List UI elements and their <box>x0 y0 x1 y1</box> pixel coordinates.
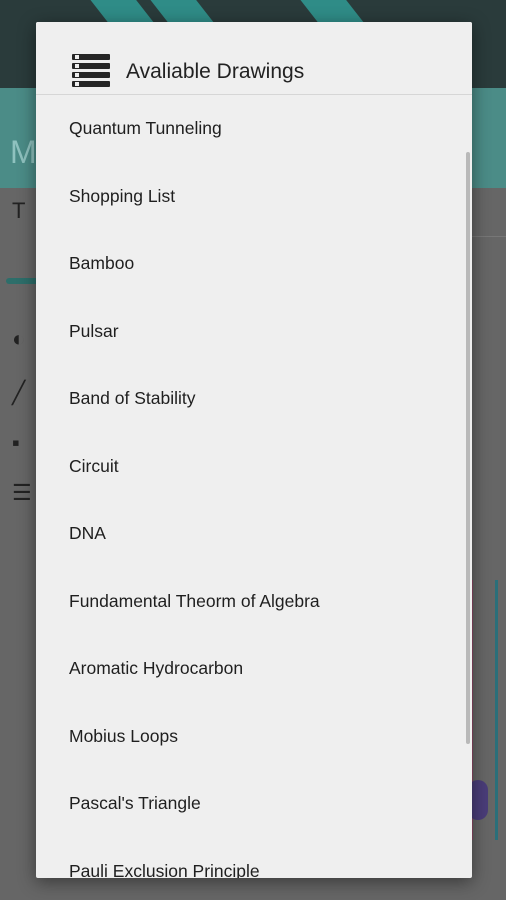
drawing-item-circuit[interactable]: Circuit <box>36 433 472 501</box>
drawing-item-fundamental-theorm-of-algebra[interactable]: Fundamental Theorm of Algebra <box>36 568 472 636</box>
background-slider <box>6 278 40 284</box>
drawing-item-pascals-triangle[interactable]: Pascal's Triangle <box>36 770 472 838</box>
dialog-header: Avaliable Drawings <box>36 22 472 95</box>
drawing-item-dna[interactable]: DNA <box>36 500 472 568</box>
save-icon: ▪ <box>12 430 20 455</box>
text-tool-icon: T <box>12 198 26 223</box>
background-title-letter: M <box>10 134 37 170</box>
drawing-item-pauli-exclusion-principle[interactable]: Pauli Exclusion Principle <box>36 838 472 879</box>
drawing-item-mobius-loops[interactable]: Mobius Loops <box>36 703 472 771</box>
drawing-item-quantum-tunneling[interactable]: Quantum Tunneling <box>36 95 472 163</box>
brush-icon: ╱ <box>12 380 26 405</box>
dialog-title: Avaliable Drawings <box>126 60 305 83</box>
contrast-icon: ◐ <box>12 326 26 351</box>
drawing-item-aromatic-hydrocarbon[interactable]: Aromatic Hydrocarbon <box>36 635 472 703</box>
drawings-list[interactable]: Quantum Tunneling Shopping List Bamboo P… <box>36 95 472 878</box>
list-icon <box>72 54 110 87</box>
drawing-item-bamboo[interactable]: Bamboo <box>36 230 472 298</box>
drawing-item-band-of-stability[interactable]: Band of Stability <box>36 365 472 433</box>
available-drawings-dialog: Avaliable Drawings Quantum Tunneling Sho… <box>36 22 472 878</box>
list-scrollbar[interactable] <box>466 152 470 744</box>
drawing-item-shopping-list[interactable]: Shopping List <box>36 163 472 231</box>
drawing-item-pulsar[interactable]: Pulsar <box>36 298 472 366</box>
list-icon: ☰ <box>12 480 32 505</box>
